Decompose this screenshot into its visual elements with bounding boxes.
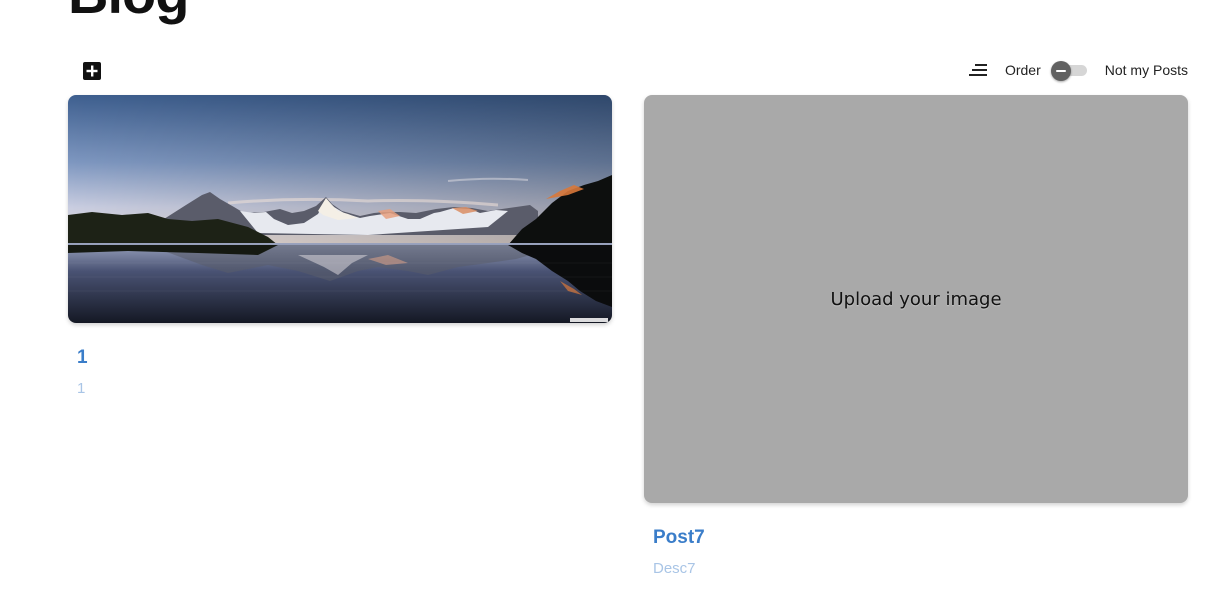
post-description: Desc7 (653, 560, 696, 577)
post-image[interactable] (68, 95, 612, 323)
image-watermark (570, 318, 608, 322)
toolbar-controls: Order Not my Posts (968, 58, 1188, 82)
upload-image-text: Upload your image (830, 288, 1002, 310)
post-card[interactable]: Upload your image Post7 Desc7 (644, 95, 1188, 577)
add-post-button[interactable] (82, 61, 102, 81)
plus-square-icon (83, 62, 101, 80)
post-title[interactable]: Post7 (653, 527, 705, 549)
post-description: 1 (77, 380, 86, 397)
post-title[interactable]: 1 (77, 347, 88, 369)
toggle-thumb[interactable] (1050, 61, 1071, 81)
mountain-lake-image (68, 95, 612, 323)
sort-button[interactable] (968, 59, 990, 81)
minus-icon (1055, 70, 1066, 72)
not-my-posts-toggle[interactable] (1050, 60, 1089, 81)
sort-lines-icon (968, 64, 987, 76)
not-my-posts-label: Not my Posts (1104, 62, 1188, 78)
order-label: Order (1004, 62, 1041, 78)
post-card[interactable]: 1 1 (68, 95, 612, 397)
page-title: Blog (68, 0, 189, 22)
image-placeholder[interactable]: Upload your image (644, 95, 1188, 503)
